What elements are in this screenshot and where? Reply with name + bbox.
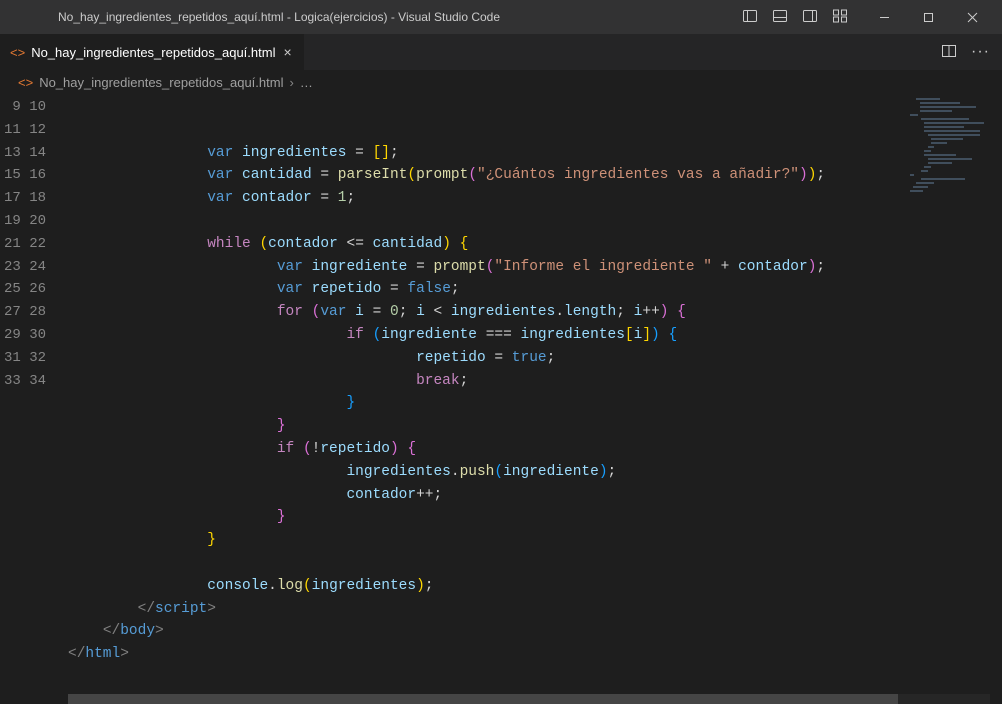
window-controls [862,0,994,34]
breadcrumb-file: No_hay_ingredientes_repetidos_aquí.html [39,75,283,90]
line-number-gutter: 9 10 11 12 13 14 15 16 17 18 19 20 21 22… [0,94,68,704]
layout-panel-bottom-icon[interactable] [772,8,788,27]
breadcrumb[interactable]: <> No_hay_ingredientes_repetidos_aquí.ht… [0,70,1002,94]
split-editor-icon[interactable] [941,43,957,62]
tab-active[interactable]: <> No_hay_ingredientes_repetidos_aquí.ht… [0,34,304,70]
layout-grid-icon[interactable] [832,8,848,27]
tabs-bar: <> No_hay_ingredientes_repetidos_aquí.ht… [0,34,1002,70]
title-bar: No_hay_ingredientes_repetidos_aquí.html … [0,0,1002,34]
more-actions-icon[interactable]: ··· [971,43,990,61]
vertical-scrollbar[interactable] [990,94,1002,704]
tab-label: No_hay_ingredientes_repetidos_aquí.html [31,45,275,60]
maximize-button[interactable] [906,0,950,34]
layout-controls [742,8,848,27]
close-button[interactable] [950,0,994,34]
window-title: No_hay_ingredientes_repetidos_aquí.html … [8,10,742,24]
html-file-icon: <> [10,45,25,60]
breadcrumb-more: … [300,75,313,90]
code-area[interactable]: var ingredientes = []; var cantidad = pa… [68,94,1002,704]
chevron-right-icon: › [289,75,293,90]
html-file-icon: <> [18,75,33,90]
minimize-button[interactable] [862,0,906,34]
tab-close-icon[interactable]: × [281,44,293,60]
horizontal-scrollbar[interactable] [68,694,990,704]
layout-panel-right-icon[interactable] [802,8,818,27]
editor[interactable]: 9 10 11 12 13 14 15 16 17 18 19 20 21 22… [0,94,1002,704]
layout-panel-left-icon[interactable] [742,8,758,27]
scrollbar-thumb[interactable] [68,694,898,704]
